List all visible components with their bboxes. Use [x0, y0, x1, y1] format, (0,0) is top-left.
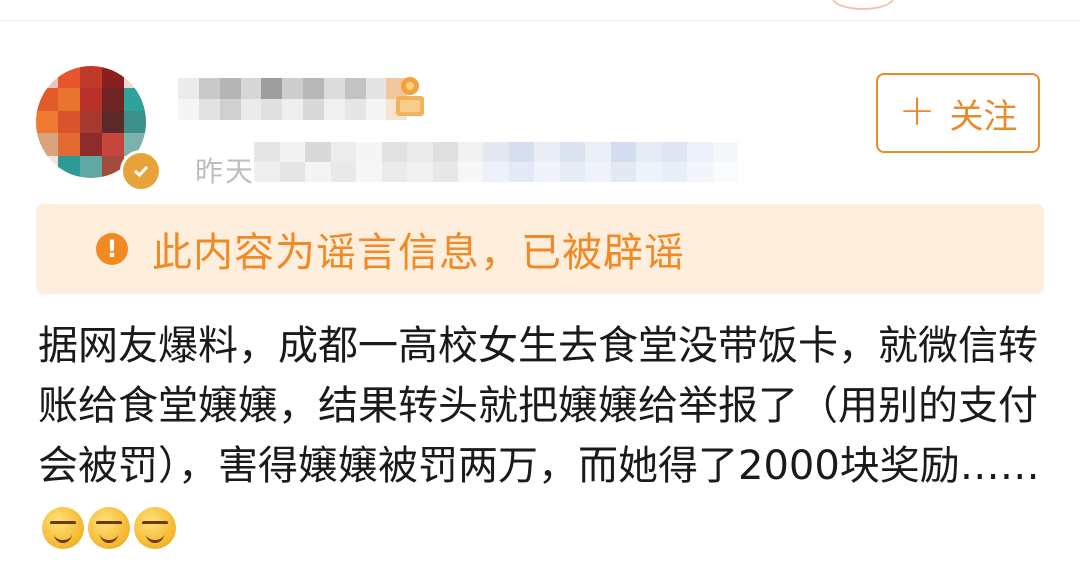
medal-icon — [396, 77, 424, 116]
top-divider — [0, 0, 1080, 21]
verified-badge-icon — [120, 150, 162, 192]
plus-icon: + — [898, 85, 936, 136]
follow-button[interactable]: + 关注 — [876, 73, 1040, 153]
rumor-notice-text: 此内容为谣言信息，已被辟谣 — [152, 230, 685, 276]
post-body: 据网友爆料，成都一高校女生去食堂没带饭卡，就微信转账给食堂嬢嬢，结果转头就把嬢嬢… — [38, 316, 1048, 556]
post-meta-blurred — [178, 142, 738, 182]
emoji-row — [42, 507, 176, 549]
rumor-notice[interactable]: ! 此内容为谣言信息，已被辟谣 — [36, 204, 1044, 294]
follow-button-label: 关注 — [949, 96, 1018, 137]
smirk-emoji-icon — [134, 507, 176, 549]
warning-icon: ! — [96, 233, 128, 265]
partial-badge-icon — [832, 0, 894, 10]
smirk-emoji-icon — [88, 507, 130, 549]
post-text: 据网友爆料，成都一高校女生去食堂没带饭卡，就微信转账给食堂嬢嬢，结果转头就把嬢嬢… — [38, 323, 1040, 489]
smirk-emoji-icon — [42, 507, 84, 549]
